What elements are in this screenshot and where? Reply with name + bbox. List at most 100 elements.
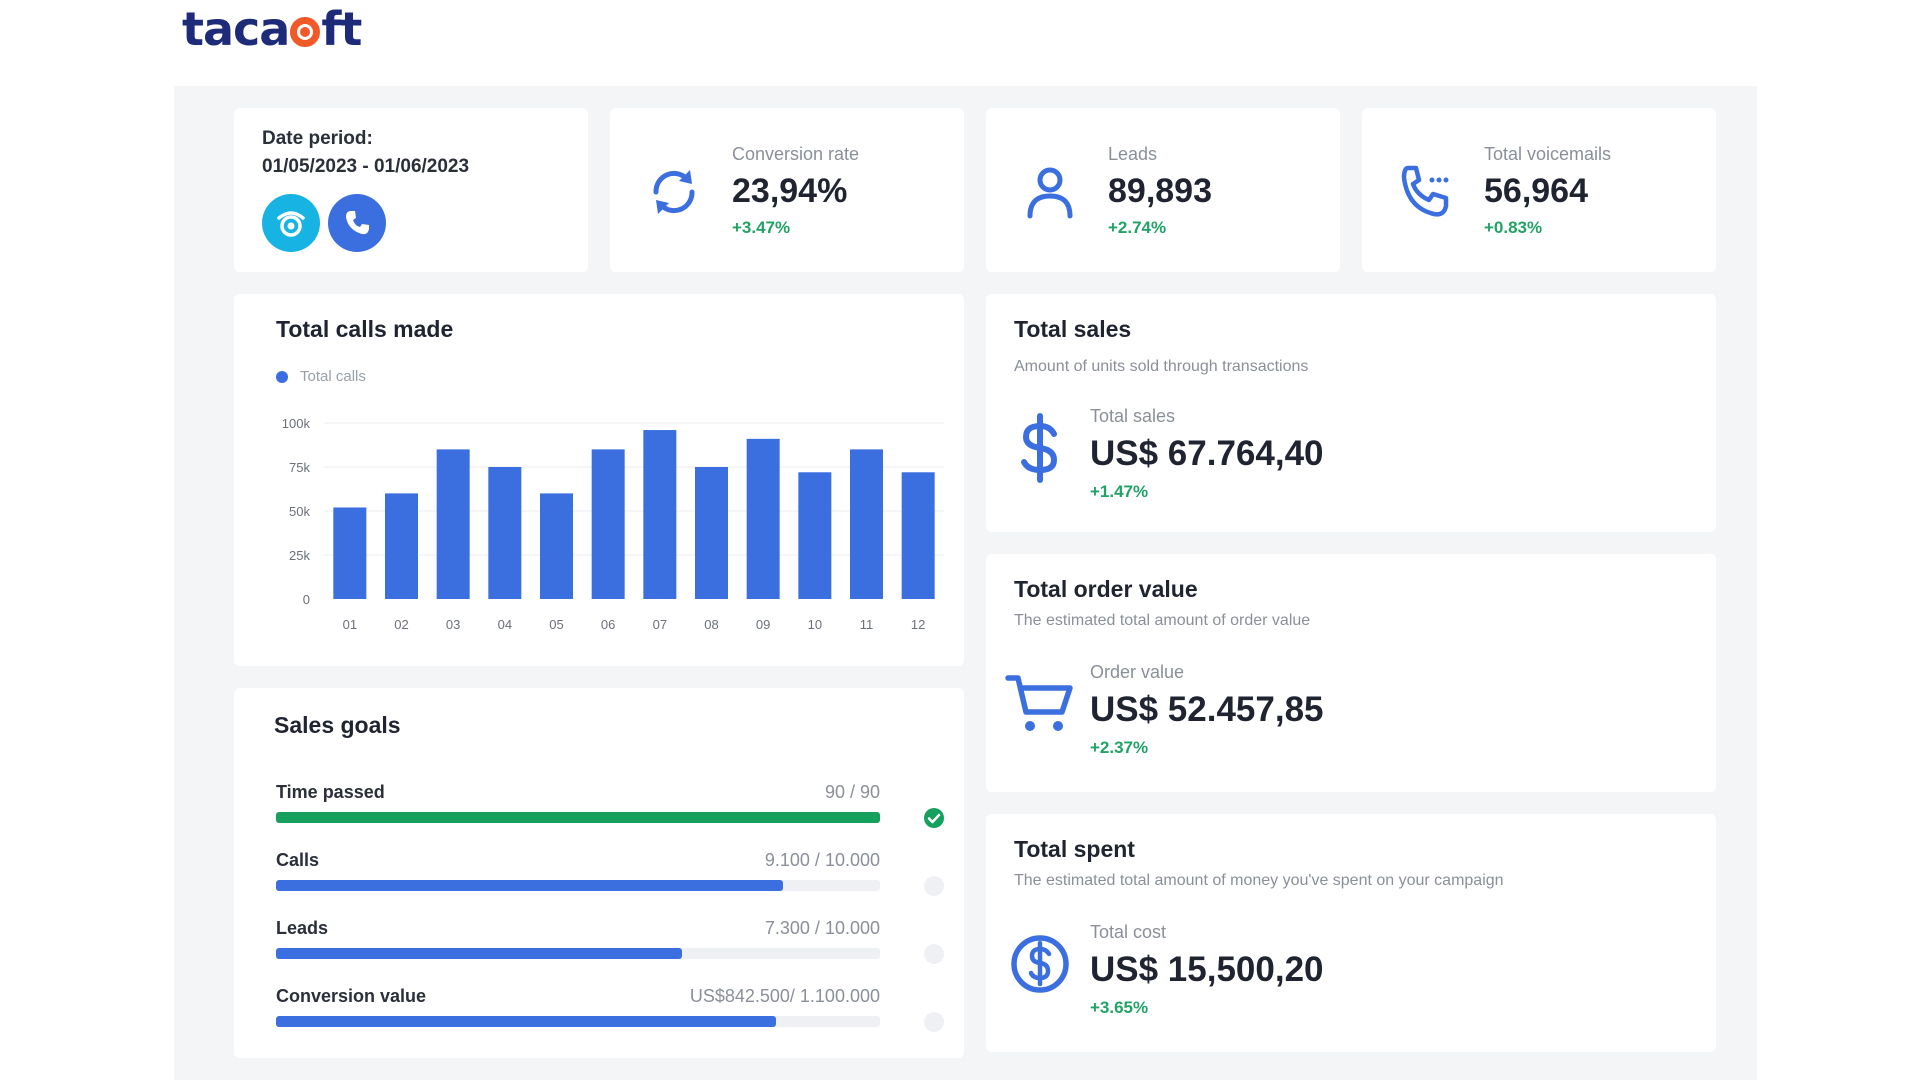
date-period-label: Date period: bbox=[262, 128, 373, 149]
card-subtitle: Amount of units sold through transaction… bbox=[1014, 358, 1309, 375]
metric-label: Total sales bbox=[1090, 406, 1176, 426]
stat-label: Leads bbox=[1108, 144, 1158, 164]
goal-value: 9.100 / 10.000 bbox=[764, 850, 880, 870]
x-tick-label: 03 bbox=[446, 617, 460, 632]
goal-name: Leads bbox=[276, 918, 329, 938]
y-tick-label: 25k bbox=[289, 548, 310, 563]
x-tick-label: 10 bbox=[808, 617, 822, 632]
sales-goals-card: Sales goals Time passed 90 / 90 Calls 9.100… bbox=[234, 688, 964, 1058]
dollar-icon bbox=[1021, 413, 1058, 483]
conversion-rate-card: Conversion rate 23,94% +3.47% bbox=[610, 108, 964, 272]
y-tick-label: 75k bbox=[289, 460, 310, 475]
x-tick-label: 09 bbox=[756, 617, 770, 632]
goal-progress-track bbox=[276, 812, 880, 823]
dollar-circle-icon bbox=[1011, 935, 1069, 993]
goal-value: 7.300 / 10.000 bbox=[764, 918, 880, 938]
x-tick-label: 07 bbox=[653, 617, 667, 632]
calls-bar-chart: 0 25k 50k 75k 100k 01 02 03 04 05 06 07 08 09 10 11 12 bbox=[282, 416, 944, 632]
bar-11[interactable] bbox=[850, 449, 883, 599]
metric-value: US$ 15,500,20 bbox=[1090, 950, 1324, 989]
logo-mark-icon bbox=[290, 17, 321, 47]
bar-12[interactable] bbox=[901, 472, 935, 599]
total-order-card: Total order value The estimated total am… bbox=[986, 554, 1716, 792]
stat-label: Conversion rate bbox=[732, 144, 860, 164]
total-calls-card: Total calls made Total calls 0 25k 50k 75k 1… bbox=[234, 294, 964, 666]
x-tick-label: 05 bbox=[549, 617, 563, 632]
metric-label: Total cost bbox=[1090, 922, 1167, 942]
bar-02[interactable] bbox=[385, 493, 418, 599]
goal-progress-track bbox=[276, 880, 880, 891]
stat-label: Total voicemails bbox=[1484, 144, 1612, 164]
bar-01[interactable] bbox=[333, 507, 367, 599]
phone-call-icon bbox=[1401, 165, 1449, 217]
stat-delta: +0.83% bbox=[1484, 218, 1543, 237]
goal-value: 90 / 90 bbox=[824, 782, 880, 802]
card-title: Total calls made bbox=[276, 316, 454, 342]
total-sales-card: Total sales Amount of units sold through… bbox=[986, 294, 1716, 532]
leads-card: Leads 89,893 +2.74% bbox=[986, 108, 1340, 272]
x-tick-label: 06 bbox=[601, 617, 615, 632]
goal-progress-fill bbox=[276, 948, 682, 959]
bar-07[interactable] bbox=[643, 430, 677, 599]
bar-04[interactable] bbox=[488, 467, 522, 599]
dashboard: Date period: 01/05/2023 - 01/06/2023 Con… bbox=[174, 86, 1757, 1080]
legend-swatch bbox=[276, 370, 288, 383]
voicemails-card: Total voicemails 56,964 +0.83% bbox=[1362, 108, 1716, 272]
stat-delta: +3.47% bbox=[732, 218, 791, 237]
metric-delta: +1.47% bbox=[1090, 482, 1149, 501]
goal-progress-fill bbox=[276, 880, 784, 891]
x-tick-label: 11 bbox=[860, 617, 874, 632]
stat-value: 56,964 bbox=[1484, 172, 1588, 210]
logo-text-end: ft bbox=[321, 2, 362, 56]
bar-06[interactable] bbox=[591, 449, 625, 599]
pending-circle-icon bbox=[924, 944, 944, 964]
date-period-value[interactable]: 01/05/2023 - 01/06/2023 bbox=[262, 156, 469, 178]
brand-logo: taca ft bbox=[182, 2, 362, 56]
y-tick-label: 50k bbox=[289, 504, 310, 519]
phone-icon bbox=[346, 211, 369, 235]
pending-circle-icon bbox=[924, 1012, 944, 1032]
card-title: Total spent bbox=[1014, 836, 1135, 862]
goal-progress-fill bbox=[276, 812, 880, 823]
card-title: Total sales bbox=[1014, 316, 1132, 342]
metric-value: US$ 52.457,85 bbox=[1090, 690, 1324, 729]
check-circle-icon bbox=[924, 808, 944, 828]
stat-delta: +2.74% bbox=[1108, 218, 1167, 237]
legend-label: Total calls bbox=[300, 368, 366, 385]
goal-name: Time passed bbox=[276, 782, 385, 802]
metric-delta: +3.65% bbox=[1090, 998, 1149, 1017]
goal-progress-track bbox=[276, 1016, 880, 1027]
bar-08[interactable] bbox=[695, 467, 728, 599]
metric-label: Order value bbox=[1090, 662, 1185, 682]
goal-name: Conversion value bbox=[276, 986, 427, 1006]
goal-value: US$842.500/ 1.100.000 bbox=[689, 986, 880, 1006]
metric-value: US$ 67.764,40 bbox=[1090, 434, 1324, 473]
y-tick-label: 0 bbox=[303, 592, 310, 607]
refresh-icon bbox=[653, 170, 695, 214]
x-tick-label: 04 bbox=[498, 617, 512, 632]
voicemail-button[interactable] bbox=[262, 194, 320, 252]
card-subtitle: The estimated total amount of money you'… bbox=[1014, 872, 1504, 889]
bar-03[interactable] bbox=[436, 449, 470, 599]
card-title: Sales goals bbox=[274, 712, 401, 738]
bar-05[interactable] bbox=[540, 493, 573, 599]
card-subtitle: The estimated total amount of order valu… bbox=[1014, 612, 1311, 629]
phone-button[interactable] bbox=[328, 194, 386, 252]
total-spent-card: Total spent The estimated total amount o… bbox=[986, 814, 1716, 1052]
cart-icon bbox=[1005, 675, 1073, 731]
chart-legend: Total calls bbox=[276, 368, 366, 385]
x-tick-label: 02 bbox=[394, 617, 408, 632]
x-tick-label: 08 bbox=[704, 617, 718, 632]
pending-circle-icon bbox=[924, 876, 944, 896]
bar-09[interactable] bbox=[746, 438, 780, 599]
logo-text-start: taca bbox=[182, 2, 290, 56]
user-icon bbox=[1027, 167, 1073, 219]
bar-10[interactable] bbox=[798, 472, 832, 599]
y-tick-label: 100k bbox=[282, 416, 311, 431]
voicemail-icon bbox=[277, 211, 305, 237]
x-tick-label: 12 bbox=[911, 617, 925, 632]
goal-progress-fill bbox=[276, 1016, 776, 1027]
card-title: Total order value bbox=[1014, 576, 1198, 602]
stat-value: 23,94% bbox=[732, 172, 848, 210]
goal-name: Calls bbox=[276, 850, 320, 870]
